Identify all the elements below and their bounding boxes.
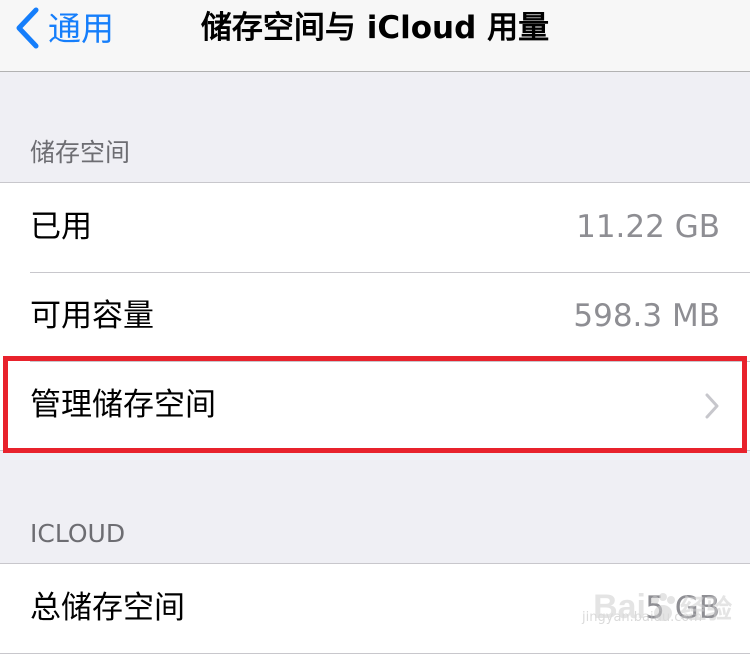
row-used: 已用 11.22 GB bbox=[0, 183, 750, 272]
row-available-value: 598.3 MB bbox=[573, 298, 720, 334]
storage-group: 已用 11.22 GB 可用容量 598.3 MB 管理储存空间 bbox=[0, 182, 750, 451]
row-manage-storage-label: 管理储存空间 bbox=[30, 387, 216, 423]
row-manage-storage[interactable]: 管理储存空间 bbox=[0, 361, 750, 450]
row-used-label: 已用 bbox=[30, 209, 92, 245]
navigation-bar: 通用 储存空间与 iCloud 用量 bbox=[0, 0, 750, 72]
section-header-storage: 储存空间 bbox=[30, 138, 131, 167]
section-header-icloud: ICLOUD bbox=[30, 519, 126, 548]
row-total-storage-label: 总储存空间 bbox=[30, 590, 185, 626]
row-available: 可用容量 598.3 MB bbox=[0, 272, 750, 361]
page-title: 储存空间与 iCloud 用量 bbox=[200, 9, 550, 46]
chevron-right-icon bbox=[705, 393, 719, 419]
watermark-sub: jingyan.baidu.com bbox=[582, 610, 702, 625]
row-used-value: 11.22 GB bbox=[576, 209, 720, 245]
baidu-watermark: Bai 经验 jingyan.baidu.com bbox=[582, 588, 732, 627]
row-available-label: 可用容量 bbox=[30, 298, 154, 334]
